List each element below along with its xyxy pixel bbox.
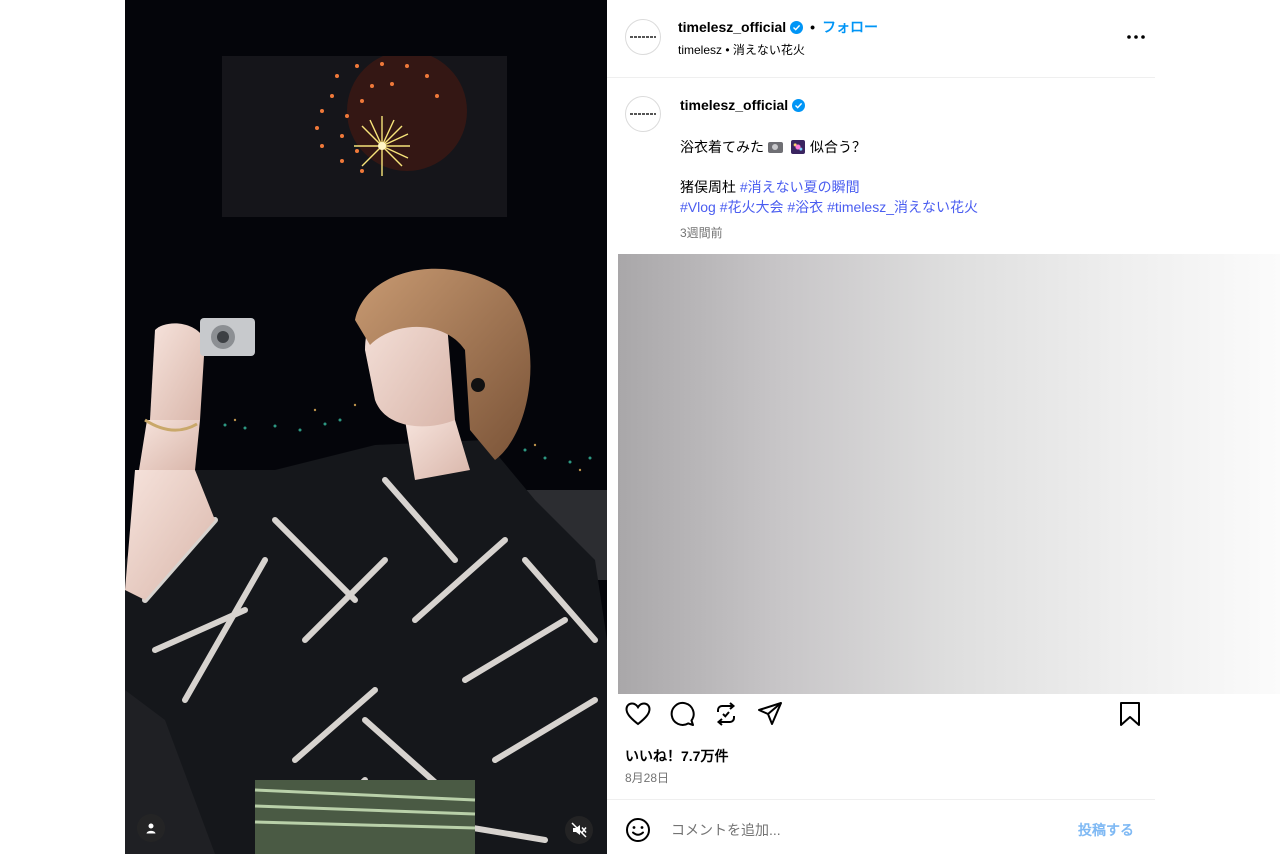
likes-count[interactable]: いいね！7.7万件 [625, 746, 728, 766]
comment-button[interactable] [668, 700, 696, 728]
username-link[interactable]: timelesz_official [678, 19, 786, 35]
verified-badge-icon [792, 98, 806, 112]
verified-badge-icon [790, 20, 804, 34]
hashtag-link[interactable]: #花火大会 [720, 199, 784, 215]
caption-user-row: timelesz_official [680, 97, 806, 113]
caption-credit: 猪俣周杜 [680, 179, 736, 195]
hashtag-link[interactable]: #消えない夏の瞬間 [740, 179, 860, 195]
hashtag-link[interactable]: #timelesz_消えない花火 [827, 199, 978, 215]
comment-bubble-icon [670, 701, 695, 726]
timelesz-logo-icon [630, 113, 656, 115]
follow-button[interactable]: フォロー [822, 17, 878, 37]
fireworks-video [222, 56, 507, 217]
caption-text: 浴衣着てみた 似合う？ [680, 137, 866, 157]
more-options-button[interactable] [1125, 27, 1147, 47]
loading-overlay [618, 254, 1280, 694]
avatar[interactable] [625, 19, 661, 55]
user-tag-button[interactable] [137, 814, 165, 842]
share-button[interactable] [756, 700, 784, 728]
repost-button[interactable] [712, 700, 740, 728]
more-dots-icon [1127, 35, 1145, 39]
repost-icon [716, 702, 736, 726]
post-date[interactable]: 8月28日 [625, 769, 669, 786]
heart-icon [625, 702, 651, 726]
comment-bar: 投稿する [607, 799, 1155, 855]
fireworks-emoji-icon [791, 140, 805, 154]
caption-username-link[interactable]: timelesz_official [680, 97, 788, 113]
caption-timestamp: 3週間前 [680, 226, 723, 240]
caption-text-start: 浴衣着てみた [680, 139, 764, 155]
separator-dot: • [810, 19, 816, 35]
audio-subtitle-link[interactable]: timelesz • 消えない花火 [678, 41, 805, 58]
smiley-face-icon [626, 818, 650, 842]
caption-text-end: 似合う？ [810, 139, 866, 155]
speaker-muted-icon [571, 822, 587, 838]
timelesz-logo-icon [630, 36, 656, 38]
caption-hashtag-line: #Vlog #花火大会 #浴衣 #timelesz_消えない花火 [680, 197, 978, 217]
emoji-picker-button[interactable] [624, 816, 652, 844]
caption-avatar[interactable] [625, 96, 661, 132]
header-user-row: timelesz_official • フォロー [678, 17, 878, 37]
post-media[interactable] [125, 0, 607, 854]
camera-emoji-icon [768, 141, 783, 153]
post-comment-button[interactable]: 投稿する [1078, 820, 1134, 840]
comment-input[interactable] [669, 818, 1053, 842]
save-button[interactable] [1116, 700, 1144, 728]
mute-button[interactable] [565, 816, 593, 844]
hashtag-link[interactable]: #Vlog [680, 199, 716, 215]
send-paper-plane-icon [758, 702, 782, 725]
hashtag-link[interactable]: #浴衣 [787, 199, 823, 215]
user-tag-icon [146, 823, 156, 834]
action-bar [624, 700, 1144, 728]
post-header: timelesz_official • フォロー timelesz • 消えない… [607, 0, 1155, 78]
bookmark-icon [1120, 702, 1140, 726]
like-button[interactable] [624, 700, 652, 728]
caption-credit-line: 猪俣周杜 #消えない夏の瞬間 [680, 177, 860, 197]
